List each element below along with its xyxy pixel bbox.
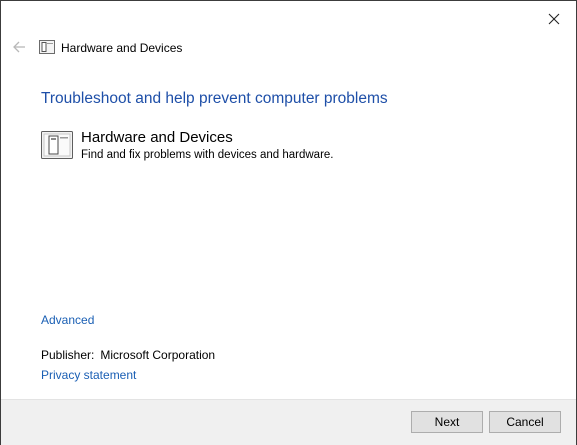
- page-heading: Troubleshoot and help prevent computer p…: [41, 90, 388, 107]
- navigation-bar: Hardware and Devices: [1, 33, 576, 63]
- publisher-value: Microsoft Corporation: [100, 348, 216, 362]
- back-button[interactable]: [9, 37, 29, 57]
- publisher-label: Publisher:: [41, 348, 95, 362]
- close-icon: [548, 13, 560, 25]
- publisher-info: Publisher: Microsoft Corporation: [41, 348, 215, 362]
- troubleshooter-window: Hardware and Devices Troubleshoot and he…: [0, 0, 577, 445]
- footer-bar: Next Cancel: [1, 399, 576, 445]
- back-arrow-icon: [13, 41, 25, 53]
- troubleshooter-item: Hardware and Devices Find and fix proble…: [41, 129, 541, 165]
- window-title: Hardware and Devices: [61, 41, 183, 55]
- item-title: Hardware and Devices: [81, 129, 233, 146]
- close-button[interactable]: [540, 7, 568, 31]
- advanced-link[interactable]: Advanced: [41, 313, 94, 327]
- next-button[interactable]: Next: [411, 411, 483, 433]
- cancel-button[interactable]: Cancel: [489, 411, 561, 433]
- hardware-device-icon: [41, 131, 73, 159]
- hardware-device-icon: [39, 40, 55, 54]
- privacy-statement-link[interactable]: Privacy statement: [41, 368, 136, 382]
- item-description: Find and fix problems with devices and h…: [81, 149, 334, 161]
